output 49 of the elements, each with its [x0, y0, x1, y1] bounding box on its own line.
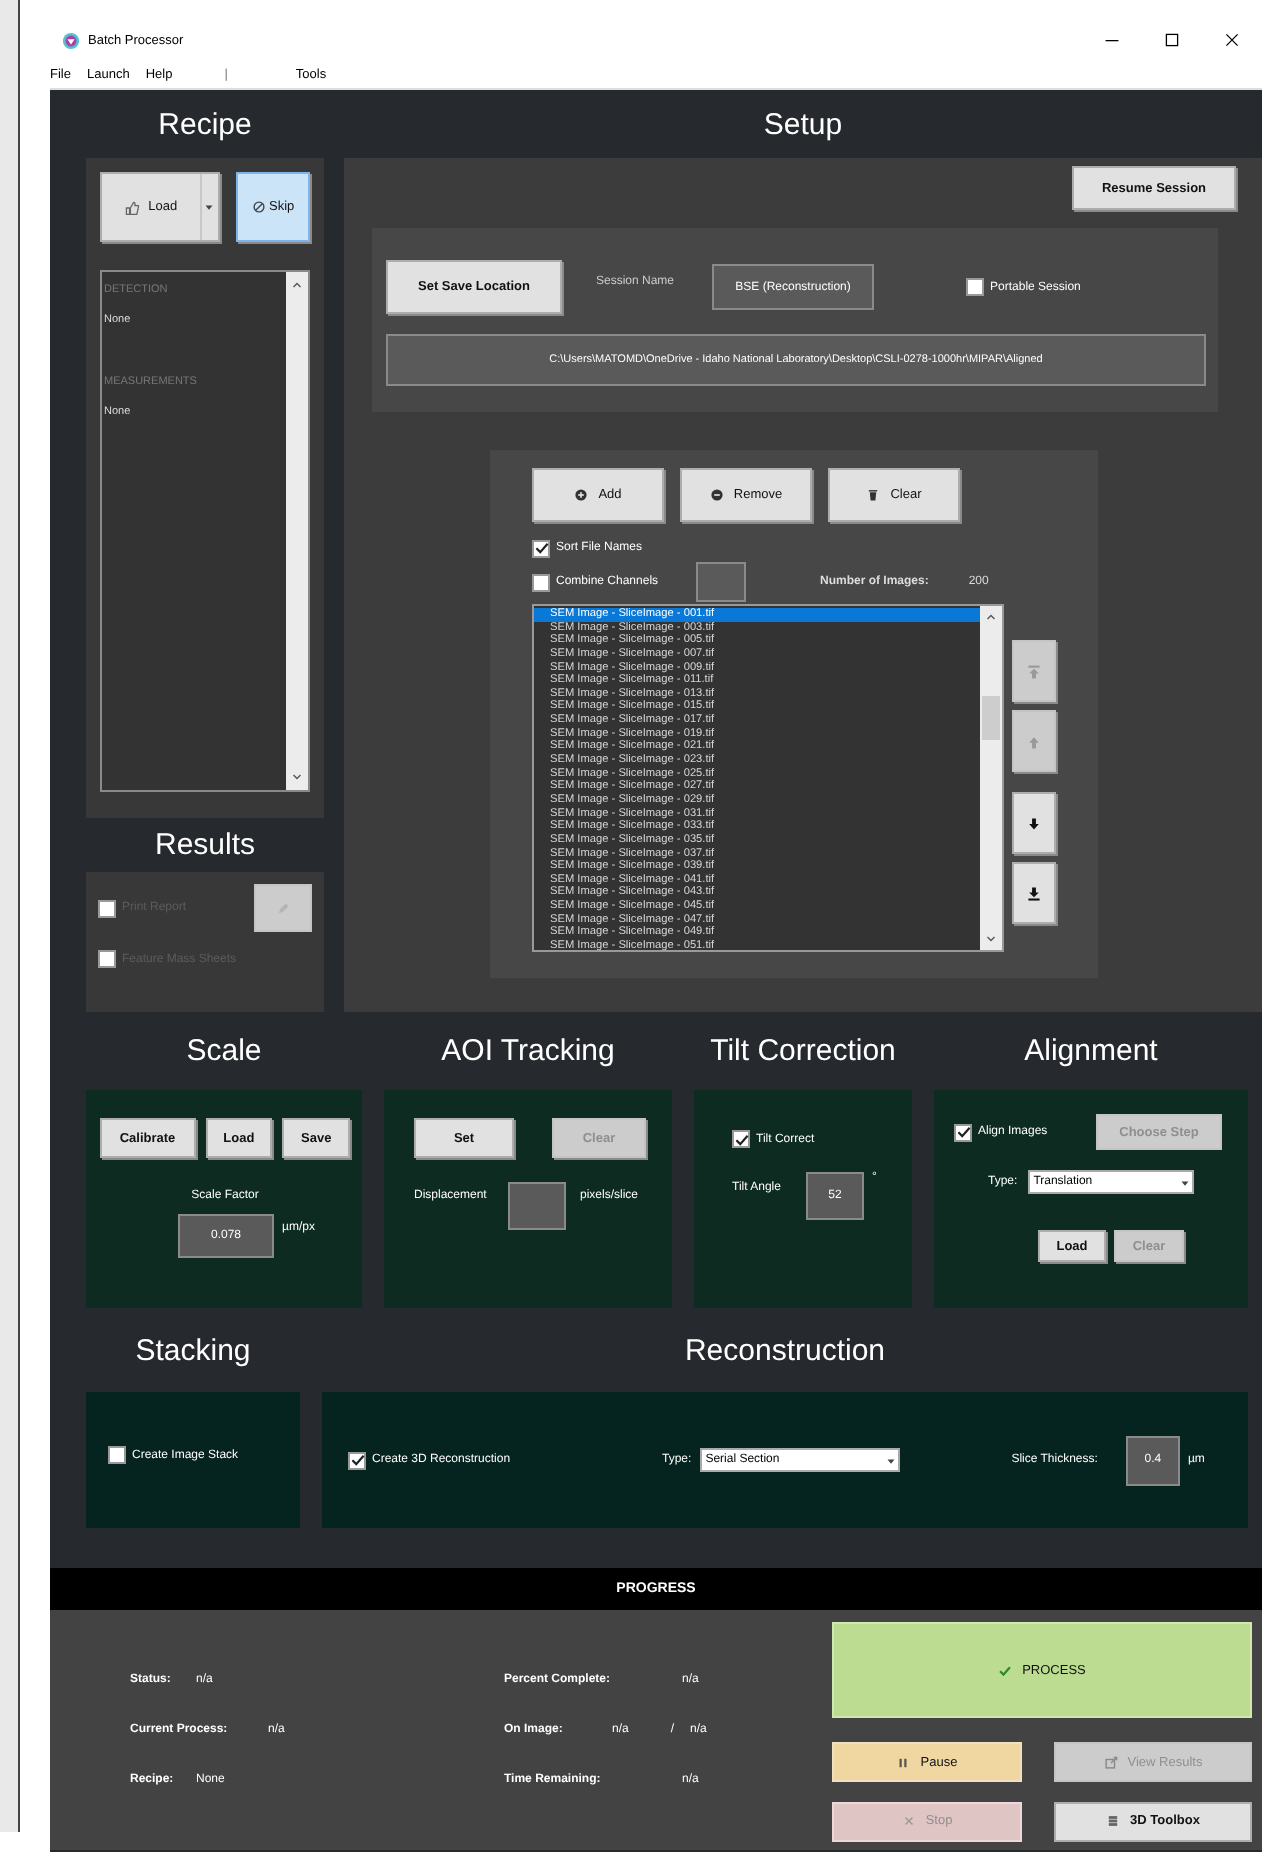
arrow-down-icon — [1026, 815, 1042, 831]
check-icon — [955, 1124, 971, 1140]
section-title: Stacking — [135, 1333, 251, 1367]
checkbox[interactable] — [954, 1123, 972, 1141]
prohibited-icon — [251, 200, 265, 214]
channels-field[interactable] — [696, 562, 746, 602]
section-title: Alignment — [1024, 1034, 1158, 1068]
chevron-down-icon — [984, 932, 998, 946]
checkbox[interactable] — [532, 573, 550, 591]
plus-circle-icon — [574, 488, 589, 502]
checkbox[interactable] — [348, 1451, 366, 1469]
check-icon — [998, 1663, 1013, 1677]
checkbox[interactable] — [532, 539, 550, 557]
scrollbar[interactable] — [286, 272, 308, 790]
section-title: Reconstruction — [684, 1333, 886, 1367]
caret-icon — [202, 200, 217, 214]
move-button[interactable] — [1012, 862, 1056, 924]
check-icon — [349, 1452, 365, 1468]
check-icon — [733, 1131, 749, 1147]
checkbox[interactable] — [966, 278, 985, 296]
checkbox[interactable] — [732, 1130, 750, 1148]
arrow-up-icon — [1026, 733, 1042, 749]
external-link-icon — [1103, 1755, 1118, 1770]
app-logo-icon — [62, 31, 80, 49]
section-title: Recipe — [158, 107, 252, 141]
section-title: AOI Tracking — [441, 1034, 615, 1068]
section-title: Setup — [763, 107, 843, 141]
arrow-to-bottom-icon — [1026, 885, 1042, 901]
trash-icon — [866, 488, 881, 502]
chevron-up-icon — [290, 278, 304, 292]
section-title: Tilt Correction — [710, 1034, 896, 1068]
scrollbar-thumb[interactable] — [982, 696, 1000, 740]
close-icon[interactable] — [1224, 32, 1240, 48]
minus-circle-icon — [709, 488, 724, 502]
checkbox[interactable] — [108, 1446, 126, 1464]
chevron-down-icon — [290, 770, 304, 784]
chevron-up-icon — [984, 610, 998, 624]
thumbs-up-icon — [124, 199, 141, 215]
check-icon — [533, 540, 549, 556]
scrollbar[interactable] — [980, 606, 1002, 950]
section-title: Scale — [186, 1034, 262, 1068]
maximize-icon[interactable] — [1164, 32, 1180, 48]
pause-icon — [896, 1755, 911, 1770]
file-list[interactable] — [532, 604, 1004, 952]
arrow-to-top-icon — [1026, 663, 1042, 679]
section-title: Results — [154, 828, 256, 862]
x-icon — [901, 1814, 916, 1829]
stack-icon — [1106, 1814, 1121, 1829]
displacement-field[interactable] — [508, 1182, 566, 1230]
